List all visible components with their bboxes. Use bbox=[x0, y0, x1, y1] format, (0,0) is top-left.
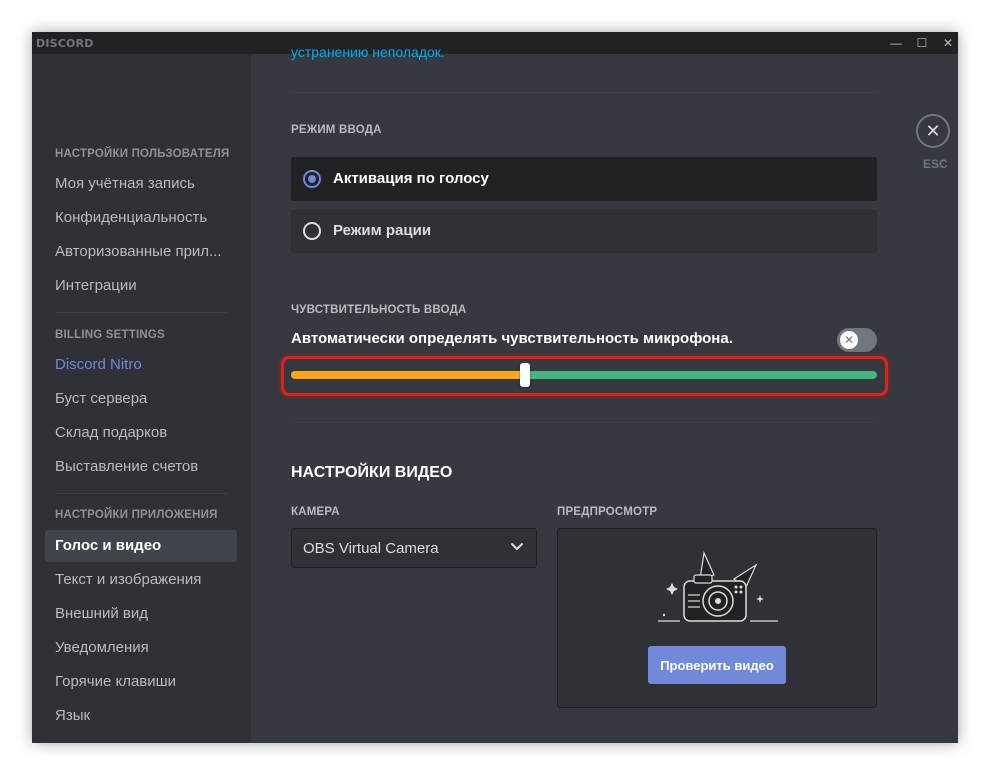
title-bar: DISCORD — ☐ ✕ bbox=[32, 32, 958, 54]
sidebar-separator bbox=[55, 312, 227, 313]
chevron-down-icon bbox=[511, 543, 523, 550]
radio-label: Режим рации bbox=[333, 222, 432, 239]
sidebar-item-notifications[interactable]: Уведомления bbox=[45, 632, 237, 664]
settings-sidebar: НАСТРОЙКИ ПОЛЬЗОВАТЕЛЯ Моя учётная запис… bbox=[32, 54, 251, 743]
sidebar-item-gift-inventory[interactable]: Склад подарков bbox=[45, 417, 237, 449]
sidebar-header-user-settings: НАСТРОЙКИ ПОЛЬЗОВАТЕЛЯ bbox=[55, 148, 230, 160]
radio-voice-activity[interactable]: Активация по голосу bbox=[291, 157, 877, 201]
highlight-annotation bbox=[281, 356, 888, 396]
toggle-off-icon: ✕ bbox=[840, 331, 858, 349]
esc-label: ESC bbox=[923, 157, 948, 171]
settings-content: устранению неполадок. РЕЖИМ ВВОДА Актива… bbox=[251, 44, 958, 743]
input-mode-label: РЕЖИМ ВВОДА bbox=[291, 124, 382, 136]
sidebar-item-windows-settings[interactable]: Настройки Windows bbox=[45, 734, 237, 743]
close-icon[interactable]: ✕ bbox=[916, 114, 950, 148]
sidebar-item-my-account[interactable]: Моя учётная запись bbox=[45, 168, 237, 200]
video-settings-title: НАСТРОЙКИ ВИДЕО bbox=[291, 464, 453, 481]
radio-label: Активация по голосу bbox=[333, 170, 489, 187]
sidebar-separator bbox=[55, 493, 227, 494]
sidebar-item-appearance[interactable]: Внешний вид bbox=[45, 598, 237, 630]
minimize-button[interactable]: — bbox=[882, 32, 910, 54]
camera-illustration-icon bbox=[658, 550, 778, 622]
auto-sensitivity-toggle[interactable]: ✕ bbox=[837, 328, 877, 352]
sidebar-item-language[interactable]: Язык bbox=[45, 700, 237, 732]
sidebar-item-discord-nitro[interactable]: Discord Nitro bbox=[45, 349, 237, 381]
discord-settings-window: DISCORD — ☐ ✕ НАСТРОЙКИ ПОЛЬЗОВАТЕЛЯ Моя… bbox=[32, 32, 958, 743]
sidebar-item-voice-video[interactable]: Голос и видео bbox=[45, 530, 237, 562]
auto-sensitivity-text: Автоматически определять чувствительност… bbox=[291, 330, 733, 347]
sidebar-header-app-settings: НАСТРОЙКИ ПРИЛОЖЕНИЯ bbox=[55, 509, 218, 521]
close-settings[interactable]: ✕ ESC bbox=[916, 114, 954, 171]
app-brand: DISCORD bbox=[36, 37, 94, 50]
sidebar-header-billing: BILLING SETTINGS bbox=[55, 329, 165, 341]
radio-unselected-icon bbox=[303, 222, 321, 240]
camera-select-value: OBS Virtual Camera bbox=[303, 540, 439, 557]
sidebar-item-text-images[interactable]: Текст и изображения bbox=[45, 564, 237, 596]
sidebar-item-integrations[interactable]: Интеграции bbox=[45, 270, 237, 302]
input-sensitivity-label: ЧУВСТВИТЕЛЬНОСТЬ ВВОДА bbox=[291, 304, 467, 316]
sidebar-item-server-boost[interactable]: Буст сервера bbox=[45, 383, 237, 415]
maximize-button[interactable]: ☐ bbox=[908, 32, 936, 54]
radio-push-to-talk[interactable]: Режим рации bbox=[291, 209, 877, 253]
sidebar-item-billing[interactable]: Выставление счетов bbox=[45, 451, 237, 483]
sidebar-item-authorized-apps[interactable]: Авторизованные прил... bbox=[45, 236, 237, 268]
section-divider bbox=[291, 92, 877, 93]
sidebar-item-keybinds[interactable]: Горячие клавиши bbox=[45, 666, 237, 698]
camera-select[interactable]: OBS Virtual Camera bbox=[291, 528, 537, 568]
troubleshooting-link[interactable]: устранению неполадок. bbox=[291, 44, 445, 60]
preview-label: ПРЕДПРОСМОТР bbox=[557, 506, 658, 518]
radio-selected-icon bbox=[303, 170, 321, 188]
section-divider bbox=[291, 422, 877, 423]
video-preview: Проверить видео bbox=[557, 528, 877, 708]
camera-label: КАМЕРА bbox=[291, 506, 340, 518]
test-video-button[interactable]: Проверить видео bbox=[648, 646, 786, 684]
window-close-button[interactable]: ✕ bbox=[934, 32, 958, 54]
sidebar-item-privacy[interactable]: Конфиденциальность bbox=[45, 202, 237, 234]
